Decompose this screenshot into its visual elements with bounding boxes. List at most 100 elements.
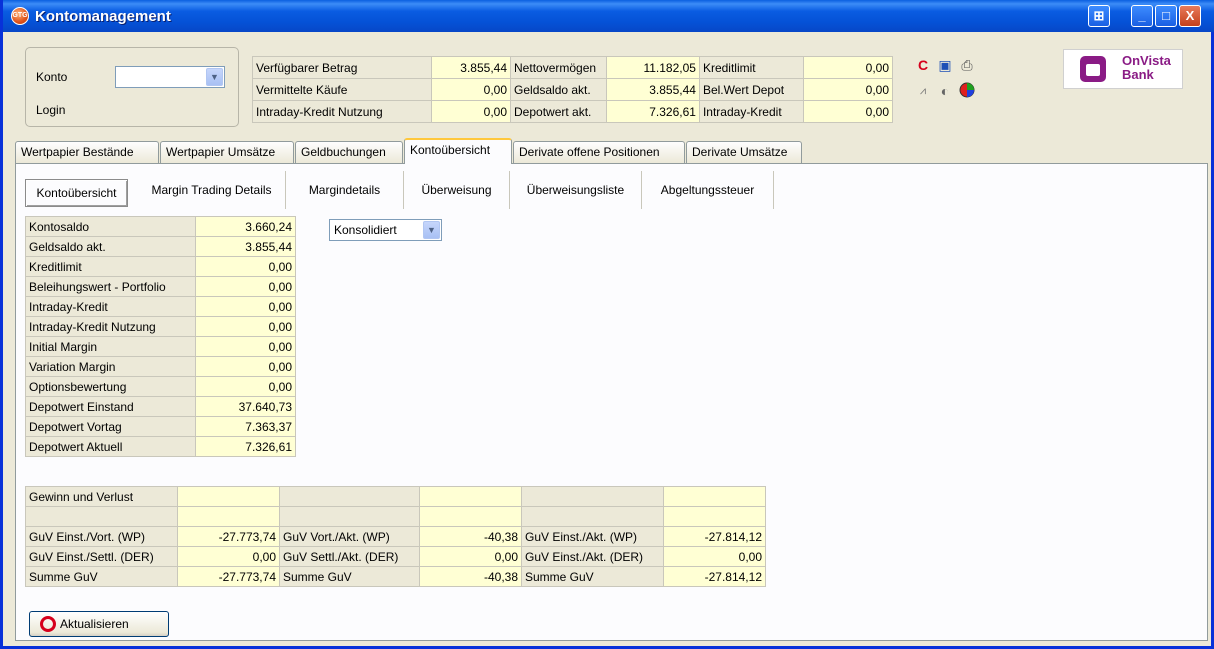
- chevron-down-icon[interactable]: ▼: [206, 68, 223, 86]
- konto-row: Kontosaldo 3.660,24: [25, 216, 296, 237]
- summary-label: Vermittelte Käufe: [252, 78, 432, 101]
- guv-label: Summe GuV: [279, 566, 420, 587]
- guv-value: -27.773,74: [177, 566, 280, 587]
- summary-row: Intraday-Kredit Nutzung 0,00 Depotwert akt…: [252, 100, 894, 123]
- chart-icon[interactable]: ⩘: [914, 82, 932, 100]
- chevron-down-icon[interactable]: ▼: [423, 221, 440, 239]
- subtab-ueberweisung[interactable]: Überweisung: [404, 171, 510, 209]
- guv-empty-cell: [419, 506, 522, 527]
- konto-label: Beleihungswert - Portfolio: [25, 276, 196, 297]
- konto-value: 0,00: [195, 376, 296, 397]
- summary-value: 0,00: [430, 78, 512, 101]
- account-group: Konto ▼ Login: [25, 47, 239, 127]
- subtab-kontouebersicht[interactable]: Kontoübersicht: [25, 179, 128, 207]
- guv-label: GuV Einst./Akt. (WP): [521, 526, 664, 547]
- title-bar[interactable]: GTG Kontomanagement ⊞ _ □ X: [3, 0, 1214, 32]
- guv-empty-cell: [177, 506, 280, 527]
- guv-label: GuV Einst./Settl. (DER): [25, 546, 178, 567]
- konto-value: 7.326,61: [195, 436, 296, 457]
- konto-label: Intraday-Kredit Nutzung: [25, 316, 196, 337]
- guv-empty-cell: [663, 506, 766, 527]
- globe-icon[interactable]: ◐: [936, 82, 954, 100]
- konto-row: Optionsbewertung 0,00: [25, 376, 296, 397]
- login-label: Login: [36, 103, 66, 117]
- guv-label: Summe GuV: [25, 566, 178, 587]
- guv-empty-cell: [521, 506, 664, 527]
- guv-label: GuV Einst./Akt. (DER): [521, 546, 664, 567]
- mode-select[interactable]: Konsolidiert ▼: [329, 219, 442, 241]
- konto-row: Beleihungswert - Portfolio 0,00: [25, 276, 296, 297]
- tab-kontouebersicht[interactable]: Kontoübersicht: [404, 138, 512, 164]
- guv-empty-row: [25, 506, 766, 527]
- summary-value: 0,00: [802, 78, 894, 101]
- mode-select-value: Konsolidiert: [334, 223, 397, 237]
- konto-label: Depotwert Aktuell: [25, 436, 196, 457]
- maximize-button[interactable]: □: [1155, 5, 1177, 27]
- account-summary-table: Verfügbarer Betrag 3.855,44 Nettovermögen 1…: [252, 56, 894, 123]
- summary-value: 3.855,44: [605, 78, 700, 101]
- konto-row: Intraday-Kredit Nutzung 0,00: [25, 316, 296, 337]
- summary-value: 11.182,05: [605, 56, 700, 79]
- konto-value: 0,00: [195, 336, 296, 357]
- konto-overview-table: Kontosaldo 3.660,24 Geldsaldo akt. 3.855,44…: [25, 216, 296, 457]
- konto-value: 0,00: [195, 256, 296, 277]
- konto-label: Kreditlimit: [25, 256, 196, 277]
- konto-value: 0,00: [195, 356, 296, 377]
- konto-value: 0,00: [195, 316, 296, 337]
- guv-row: Summe GuV -27.773,74 Summe GuV -40,38 Summe …: [25, 566, 766, 587]
- window-title: Kontomanagement: [35, 7, 171, 25]
- subtab-margin-trading-details[interactable]: Margin Trading Details: [138, 171, 286, 209]
- guv-empty-cell: [25, 506, 178, 527]
- sub-tabs: Kontoübersicht Margin Trading Details Ma…: [23, 171, 783, 209]
- guv-label: GuV Einst./Vort. (WP): [25, 526, 178, 547]
- tab-wertpapier-umsaetze[interactable]: Wertpapier Umsätze: [160, 141, 294, 163]
- summary-label: Intraday-Kredit: [698, 100, 804, 123]
- minimize-button[interactable]: _: [1131, 5, 1153, 27]
- guv-value: -40,38: [419, 526, 522, 547]
- konto-label: Optionsbewertung: [25, 376, 196, 397]
- konto-label: Depotwert Vortag: [25, 416, 196, 437]
- summary-label: Bel.Wert Depot: [698, 78, 804, 101]
- extra-button[interactable]: ⊞: [1088, 5, 1110, 27]
- app-icon: GTG: [11, 7, 29, 25]
- logo-line1: OnVista: [1122, 53, 1171, 68]
- refresh-icon[interactable]: C: [914, 56, 932, 74]
- close-button[interactable]: X: [1179, 5, 1201, 27]
- subtab-ueberweisungsliste[interactable]: Überweisungsliste: [510, 171, 642, 209]
- aktualisieren-button[interactable]: Aktualisieren: [29, 611, 169, 637]
- tab-derivate-offene-positionen[interactable]: Derivate offene Positionen: [513, 141, 685, 163]
- konto-row: Kreditlimit 0,00: [25, 256, 296, 277]
- logo-line2: Bank: [1122, 67, 1154, 82]
- summary-value: 0,00: [802, 100, 894, 123]
- onvista-bank-logo: OnVista Bank: [1063, 49, 1183, 89]
- konto-row: Variation Margin 0,00: [25, 356, 296, 377]
- summary-label: Kreditlimit: [698, 56, 804, 79]
- konto-label: Initial Margin: [25, 336, 196, 357]
- guv-value: 0,00: [177, 546, 280, 567]
- guv-value: -40,38: [419, 566, 522, 587]
- guv-header: Gewinn und Verlust: [25, 486, 178, 507]
- guv-row: GuV Einst./Vort. (WP) -27.773,74 GuV Vort.…: [25, 526, 766, 547]
- subtab-abgeltungssteuer[interactable]: Abgeltungssteuer: [642, 171, 774, 209]
- printer-icon[interactable]: ⎙: [958, 56, 976, 74]
- tab-derivate-umsaetze[interactable]: Derivate Umsätze: [686, 141, 802, 163]
- konto-row: Depotwert Aktuell 7.326,61: [25, 436, 296, 457]
- konto-value: 0,00: [195, 296, 296, 317]
- konto-label: Kontosaldo: [25, 216, 196, 237]
- tab-geldbuchungen[interactable]: Geldbuchungen: [295, 141, 403, 163]
- pie-chart-icon[interactable]: [958, 82, 976, 100]
- summary-value: 3.855,44: [430, 56, 512, 79]
- summary-label: Intraday-Kredit Nutzung: [252, 100, 432, 123]
- save-icon[interactable]: ▣: [936, 56, 954, 74]
- guv-label: GuV Settl./Akt. (DER): [279, 546, 420, 567]
- summary-row: Vermittelte Käufe 0,00 Geldsaldo akt. 3.855…: [252, 78, 894, 101]
- tab-wertpapier-bestaende[interactable]: Wertpapier Bestände: [15, 141, 159, 163]
- guv-empty-cell: [419, 486, 522, 507]
- guv-value: 0,00: [663, 546, 766, 567]
- konto-value: 37.640,73: [195, 396, 296, 417]
- konto-select[interactable]: ▼: [115, 66, 225, 88]
- guv-empty-cell: [177, 486, 280, 507]
- konto-row: Depotwert Einstand 37.640,73: [25, 396, 296, 417]
- subtab-margindetails[interactable]: Margindetails: [286, 171, 404, 209]
- konto-row: Intraday-Kredit 0,00: [25, 296, 296, 317]
